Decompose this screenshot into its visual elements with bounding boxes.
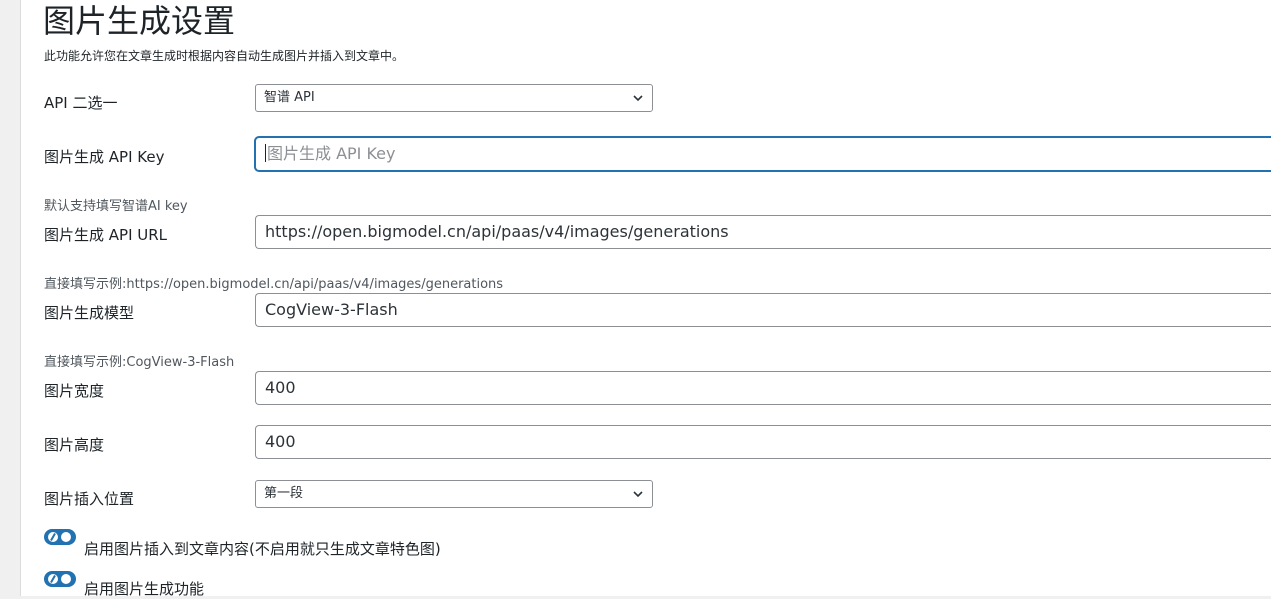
toggle-knob xyxy=(61,574,71,584)
insert-images-toggle-label[interactable]: 启用图片插入到文章内容(不启用就只生成文章特色图) xyxy=(84,538,441,559)
api-key-label: 图片生成 API Key xyxy=(44,148,165,166)
insert-images-toggle[interactable] xyxy=(44,529,76,545)
model-hint: 直接填写示例:CogView-3-Flash xyxy=(44,355,235,370)
api-url-value: https://open.bigmodel.cn/api/paas/v4/ima… xyxy=(265,222,729,241)
page-title: 图片生成设置 xyxy=(43,2,236,40)
api-choice-select[interactable]: 智谱 API xyxy=(255,84,653,112)
enable-generation-toggle[interactable] xyxy=(44,571,76,587)
width-input[interactable]: 400 xyxy=(255,371,1271,405)
model-input[interactable]: CogView-3-Flash xyxy=(255,293,1271,327)
api-key-hint: 默认支持填写智谱AI key xyxy=(44,199,188,214)
settings-panel: 图片生成设置 此功能允许您在文章生成时根据内容自动生成图片并插入到文章中。 AP… xyxy=(21,0,1271,598)
chevron-down-icon xyxy=(633,95,643,102)
toggle-knob xyxy=(61,532,71,542)
api-choice-label: API 二选一 xyxy=(44,94,118,112)
text-caret xyxy=(265,144,266,162)
chevron-down-icon xyxy=(633,491,643,498)
api-key-input[interactable]: 图片生成 API Key xyxy=(255,137,1271,171)
api-key-placeholder: 图片生成 API Key xyxy=(267,144,396,163)
api-url-label: 图片生成 API URL xyxy=(44,226,168,244)
api-url-input[interactable]: https://open.bigmodel.cn/api/paas/v4/ima… xyxy=(255,215,1271,249)
page-description: 此功能允许您在文章生成时根据内容自动生成图片并插入到文章中。 xyxy=(44,49,405,63)
height-label: 图片高度 xyxy=(44,436,105,454)
position-select[interactable]: 第一段 xyxy=(255,480,653,508)
api-url-hint: 直接填写示例:https://open.bigmodel.cn/api/paas… xyxy=(44,277,504,292)
model-value: CogView-3-Flash xyxy=(265,300,398,319)
width-label: 图片宽度 xyxy=(44,382,105,400)
api-choice-value: 智谱 API xyxy=(264,90,315,105)
height-value: 400 xyxy=(265,432,296,451)
position-value: 第一段 xyxy=(264,486,304,501)
height-input[interactable]: 400 xyxy=(255,425,1271,459)
model-label: 图片生成模型 xyxy=(44,304,135,322)
position-label: 图片插入位置 xyxy=(44,490,135,508)
width-value: 400 xyxy=(265,378,296,397)
admin-sidebar-edge xyxy=(0,0,21,596)
